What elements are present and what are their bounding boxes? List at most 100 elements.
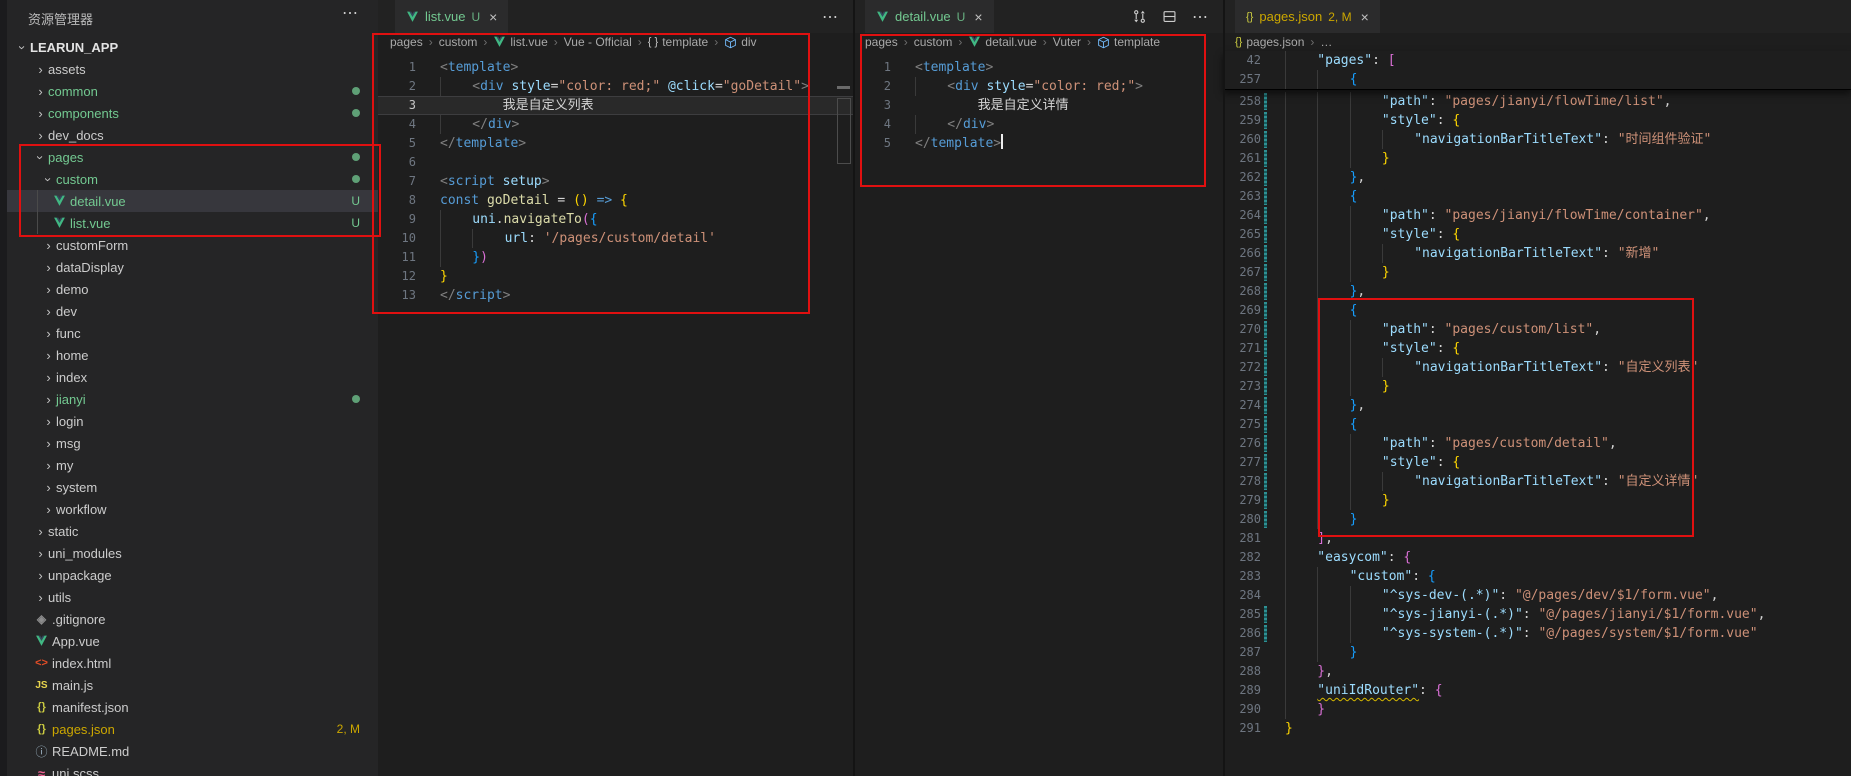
minimap[interactable] <box>837 51 851 191</box>
indent-guide <box>1285 320 1317 339</box>
indent-guide <box>1382 472 1414 491</box>
sticky-scroll[interactable]: 42"pages": [257{ <box>1223 51 1851 90</box>
breadcrumb-item[interactable]: template <box>1097 35 1160 49</box>
tree-item-custom[interactable]: ›custom <box>7 168 378 190</box>
tree-item-login[interactable]: ›login <box>7 410 378 432</box>
close-icon[interactable]: × <box>974 9 982 25</box>
tree-item-manifest.json[interactable]: {}manifest.json <box>7 696 378 718</box>
breadcrumb-item[interactable]: custom <box>439 35 478 49</box>
tree-item-assets[interactable]: ›assets <box>7 58 378 80</box>
tree-item-msg[interactable]: ›msg <box>7 432 378 454</box>
tree-item-App.vue[interactable]: App.vue <box>7 630 378 652</box>
breadcrumb-item[interactable]: Vuter <box>1053 35 1081 49</box>
editor-group-divider[interactable] <box>1223 0 1225 776</box>
close-icon[interactable]: × <box>1361 9 1369 25</box>
tree-item-common[interactable]: ›common <box>7 80 378 102</box>
breadcrumb-item[interactable]: {}pages.json <box>1235 35 1304 49</box>
indent-guide <box>1285 168 1317 187</box>
tree-item-utils[interactable]: ›utils <box>7 586 378 608</box>
token: : <box>1372 53 1380 68</box>
tree-item-index.html[interactable]: <>index.html <box>7 652 378 674</box>
line-number: 288 <box>1223 662 1261 681</box>
tree-item-dataDisplay[interactable]: ›dataDisplay <box>7 256 378 278</box>
breadcrumb-item[interactable]: pages <box>390 35 423 49</box>
tree-item-main.js[interactable]: JSmain.js <box>7 674 378 696</box>
more-icon[interactable]: ⋯ <box>822 7 839 27</box>
line-number: 12 <box>378 267 416 286</box>
indent-guide <box>1285 472 1317 491</box>
tree-item-pages[interactable]: ›pages <box>7 146 378 168</box>
breadcrumb-item[interactable]: detail.vue <box>968 35 1036 49</box>
breadcrumb-item[interactable]: div <box>724 35 756 49</box>
token <box>589 193 597 208</box>
tab-list.vue[interactable]: list.vueU× <box>395 0 508 33</box>
editor-group-divider[interactable] <box>853 0 855 776</box>
line-number: 5 <box>378 134 416 153</box>
code-editor[interactable]: 258"path": "pages/jianyi/flowTime/list",… <box>1223 92 1851 738</box>
tree-item-pages.json[interactable]: {}pages.json2, M <box>7 718 378 740</box>
token <box>536 231 544 246</box>
minimap-slider[interactable] <box>837 98 851 164</box>
tree-item-index[interactable]: ›index <box>7 366 378 388</box>
tree-item-static[interactable]: ›static <box>7 520 378 542</box>
breadcrumb-separator: › <box>429 35 433 49</box>
compare-icon[interactable] <box>1132 9 1147 24</box>
split-icon[interactable] <box>1162 9 1177 24</box>
tree-item-my[interactable]: ›my <box>7 454 378 476</box>
tree-item-README.md[interactable]: ⓘREADME.md <box>7 740 378 762</box>
tree-item-label: msg <box>56 436 81 451</box>
tree-item-components[interactable]: ›components <box>7 102 378 124</box>
indent-guide <box>1285 567 1317 586</box>
code-editor[interactable]: 1<template>2<div style="color: red;">3 我… <box>853 51 1223 153</box>
modified-gutter-mark <box>1264 283 1267 300</box>
indent-guide <box>1382 244 1414 263</box>
code-line: 281], <box>1223 529 1851 548</box>
line-number: 283 <box>1223 567 1261 586</box>
code-line: 3 我是自定义列表 <box>378 96 853 115</box>
line-number: 267 <box>1223 263 1261 282</box>
token: "pages" <box>1317 53 1372 68</box>
tree-item-uni.scss[interactable]: ≈uni.scss <box>7 762 378 776</box>
tree-item-jianyi[interactable]: ›jianyi <box>7 388 378 410</box>
tree-item-customForm[interactable]: ›customForm <box>7 234 378 256</box>
tree-item-label: system <box>56 480 97 495</box>
tree-item-workflow[interactable]: ›workflow <box>7 498 378 520</box>
tree-item-dev[interactable]: ›dev <box>7 300 378 322</box>
breadcrumb-item[interactable]: Vue - Official <box>564 35 632 49</box>
token: "navigationBarTitleText" <box>1414 246 1602 261</box>
tab-pages.json[interactable]: {}pages.json2, M× <box>1235 0 1380 33</box>
more-icon[interactable]: ⋯ <box>1192 7 1209 27</box>
breadcrumb-item[interactable]: { }template <box>648 35 708 49</box>
tree-item-.gitignore[interactable]: ◈.gitignore <box>7 608 378 630</box>
token: , <box>1758 607 1766 622</box>
modified-gutter-mark <box>1264 131 1267 148</box>
modified-gutter-mark <box>1264 473 1267 490</box>
breadcrumb-item[interactable]: pages <box>865 35 898 49</box>
tree-item-system[interactable]: ›system <box>7 476 378 498</box>
tree-item-unpackage[interactable]: ›unpackage <box>7 564 378 586</box>
tree-item-demo[interactable]: ›demo <box>7 278 378 300</box>
line-number: 270 <box>1223 320 1261 339</box>
tab-detail.vue[interactable]: detail.vueU× <box>865 0 994 33</box>
breadcrumb-item[interactable]: list.vue <box>493 35 547 49</box>
token: "@/pages/system/$1/form.vue" <box>1538 626 1757 641</box>
modified-gutter-mark <box>1264 207 1267 224</box>
token: > <box>986 117 994 132</box>
close-icon[interactable]: × <box>489 9 497 25</box>
tree-item-detail.vue[interactable]: detail.vueU <box>7 190 378 212</box>
tree-item-func[interactable]: ›func <box>7 322 378 344</box>
tree-item-uni_modules[interactable]: ›uni_modules <box>7 542 378 564</box>
tree-item-LEARUN_APP[interactable]: ›LEARUN_APP <box>7 36 378 58</box>
more-actions-icon[interactable]: ⋯ <box>342 3 358 23</box>
tree-item-home[interactable]: ›home <box>7 344 378 366</box>
indent-guide <box>1317 510 1349 529</box>
token: : <box>1437 455 1445 470</box>
tree-item-list.vue[interactable]: list.vueU <box>7 212 378 234</box>
tree-item-dev_docs[interactable]: ›dev_docs <box>7 124 378 146</box>
modified-gutter-mark <box>1264 245 1267 262</box>
breadcrumb-item[interactable]: … <box>1320 35 1332 49</box>
breadcrumb-item[interactable]: custom <box>914 35 953 49</box>
line-number: 287 <box>1223 643 1261 662</box>
code-line: 11}) <box>378 248 853 267</box>
code-editor[interactable]: 1<template>2<div style="color: red;" @cl… <box>378 51 853 305</box>
